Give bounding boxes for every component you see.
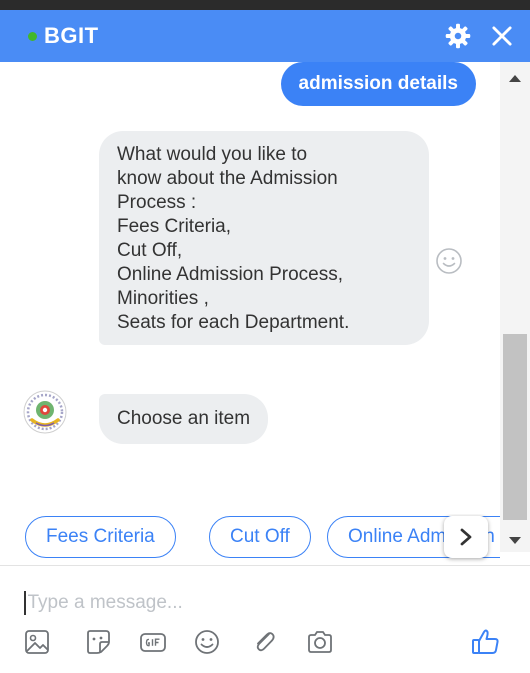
camera-icon[interactable]: [305, 627, 335, 657]
sticker-icon[interactable]: [83, 627, 113, 657]
incoming-message: Choose an item: [99, 394, 269, 444]
chat-header: BGIT: [0, 10, 530, 62]
gear-icon[interactable]: [444, 22, 472, 50]
chat-title: BGIT: [44, 23, 99, 48]
text-caret: [24, 591, 26, 615]
message-line: Cut Off,: [117, 240, 183, 261]
message-list: admission details What would you like to…: [0, 62, 500, 514]
quick-reply-cut-off[interactable]: Cut Off: [209, 516, 311, 558]
online-status-dot: [28, 31, 37, 41]
message-line: Online Admission Process,: [117, 264, 343, 285]
quick-reply-fees-criteria[interactable]: Fees Criteria: [25, 516, 176, 558]
incoming-message: What would you like to know about the Ad…: [99, 131, 429, 345]
outgoing-message: admission details: [280, 62, 476, 106]
composer-divider: [0, 565, 530, 566]
message-input[interactable]: [27, 592, 468, 614]
message-line: Process :: [117, 192, 197, 213]
scrollbar[interactable]: [500, 62, 530, 552]
close-icon[interactable]: [488, 22, 516, 50]
react-emoji-icon[interactable]: [434, 246, 464, 276]
bot-avatar: [23, 390, 67, 434]
scroll-up-arrow-icon[interactable]: [509, 75, 521, 82]
image-icon[interactable]: [22, 627, 52, 657]
chevron-right-icon: [457, 527, 475, 547]
message-line: What would you like to: [117, 144, 308, 165]
gif-icon[interactable]: [138, 627, 168, 657]
quick-replies-next-button[interactable]: [444, 516, 488, 558]
message-line: Fees Criteria,: [117, 216, 232, 237]
composer-toolbar: [22, 622, 530, 662]
scroll-down-arrow-icon[interactable]: [509, 537, 521, 544]
thumbs-up-icon[interactable]: [470, 627, 500, 657]
emoji-icon[interactable]: [192, 627, 222, 657]
message-line: know about the Admission: [117, 168, 338, 189]
scrollbar-thumb[interactable]: [503, 334, 527, 520]
message-composer: [24, 588, 494, 618]
message-line: Minorities ,: [117, 288, 209, 309]
message-line: Seats for each Department.: [117, 312, 350, 333]
top-strip: [0, 0, 530, 10]
quick-replies: Fees Criteria Cut Off Online Admission P…: [0, 514, 500, 572]
paperclip-icon[interactable]: [249, 627, 279, 657]
